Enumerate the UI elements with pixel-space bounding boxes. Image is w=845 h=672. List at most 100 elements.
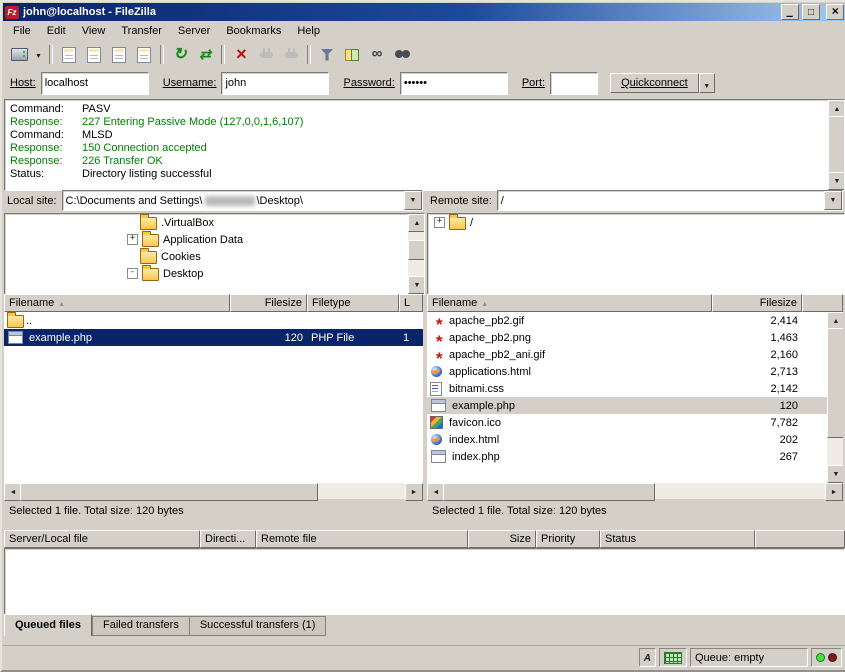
collapse-icon[interactable]: - — [127, 268, 138, 279]
sync-browsing-button[interactable] — [365, 43, 389, 66]
close-button[interactable] — [826, 4, 844, 20]
site-manager-button[interactable] — [7, 43, 31, 66]
tree-item[interactable]: Cookies — [5, 248, 424, 265]
column-header-filesize[interactable]: Filesize — [712, 294, 802, 312]
file-row[interactable]: index.html202 — [427, 431, 843, 448]
queue-column-remote-file[interactable]: Remote file — [256, 530, 468, 548]
quickconnect-button[interactable]: Quickconnect — [610, 73, 699, 93]
cancel-icon — [236, 47, 247, 63]
column-header-filename[interactable]: Filename — [427, 294, 712, 312]
tree-item[interactable]: -Desktop — [5, 265, 424, 282]
tree-item[interactable]: +/ — [428, 214, 844, 231]
reconnect-button[interactable] — [279, 43, 303, 66]
column-header-filetype[interactable]: Filetype — [307, 294, 399, 312]
file-row[interactable]: favicon.ico7,782 — [427, 414, 843, 431]
refresh-button[interactable] — [168, 43, 192, 66]
file-row[interactable]: index.php267 — [427, 448, 843, 465]
log-scrollbar[interactable] — [828, 100, 844, 190]
maximize-button[interactable] — [802, 4, 820, 20]
log-line-type: Response: — [10, 142, 82, 155]
minimize-button[interactable] — [781, 4, 799, 20]
column-header-filesize[interactable]: Filesize — [230, 294, 307, 312]
scrollbar-thumb[interactable] — [443, 483, 655, 501]
column-header-filename[interactable]: Filename — [4, 294, 230, 312]
scroll-down-button[interactable] — [827, 465, 843, 483]
tree-item[interactable]: +Application Data — [5, 231, 424, 248]
tab-queued-files[interactable]: Queued files — [4, 614, 92, 636]
file-row-parent-dir[interactable]: .. — [4, 312, 423, 329]
expand-icon[interactable]: + — [434, 217, 445, 228]
transfer-queue-list[interactable] — [4, 548, 845, 615]
file-row-selected[interactable]: example.php 120 PHP File 1 — [4, 329, 423, 346]
queue-column-direction[interactable]: Directi... — [200, 530, 256, 548]
scroll-up-button[interactable] — [408, 214, 425, 232]
port-input[interactable] — [550, 72, 598, 95]
disconnect-button[interactable] — [254, 43, 278, 66]
reconnect-icon — [285, 52, 298, 58]
scrollbar-thumb[interactable] — [827, 328, 843, 438]
titlebar[interactable]: john@localhost - FileZilla — [3, 3, 845, 21]
local-tree-icon — [87, 47, 101, 63]
menu-file[interactable]: File — [5, 22, 39, 40]
site-manager-dropdown[interactable] — [32, 43, 45, 66]
username-input[interactable] — [221, 72, 329, 95]
tab-failed-transfers[interactable]: Failed transfers — [92, 616, 189, 636]
menu-help[interactable]: Help — [289, 22, 328, 40]
scroll-right-button[interactable] — [405, 483, 423, 501]
filter-button[interactable] — [315, 43, 339, 66]
tree-item[interactable]: .VirtualBox — [5, 214, 424, 231]
scrollbar-thumb[interactable] — [828, 116, 845, 174]
file-row[interactable]: applications.html2,713 — [427, 363, 843, 380]
toggle-message-log-button[interactable] — [57, 43, 81, 66]
log-line-type: Response: — [10, 116, 82, 129]
scrollbar-thumb[interactable] — [20, 483, 318, 501]
remote-list-scrollbar[interactable] — [827, 312, 843, 483]
local-tree: .VirtualBox +Application Data Cookies -D… — [4, 213, 425, 295]
cancel-button[interactable] — [229, 43, 253, 66]
queue-column-server-local-file[interactable]: Server/Local file — [4, 530, 200, 548]
find-button[interactable] — [390, 43, 414, 66]
host-input[interactable] — [41, 72, 149, 95]
local-tree-scrollbar[interactable] — [408, 214, 424, 294]
combo-dropdown-button[interactable] — [824, 191, 842, 210]
local-site-combobox[interactable]: C:\Documents and Settings\\Desktop\ — [62, 190, 423, 211]
expand-icon[interactable]: + — [127, 234, 138, 245]
remote-site-combobox[interactable]: / — [497, 190, 843, 211]
folder-icon — [142, 234, 159, 247]
quickconnect-dropdown[interactable] — [699, 73, 715, 93]
password-input[interactable] — [400, 72, 508, 95]
menu-edit[interactable]: Edit — [39, 22, 74, 40]
image-file-icon — [431, 348, 446, 362]
scroll-right-button[interactable] — [825, 483, 843, 501]
local-horizontal-scrollbar[interactable] — [4, 483, 423, 499]
menu-transfer[interactable]: Transfer — [113, 22, 170, 40]
file-row[interactable]: apache_pb2.gif2,414 — [427, 312, 843, 329]
queue-column-priority[interactable]: Priority — [536, 530, 600, 548]
username-label: Username: — [163, 77, 217, 89]
file-row[interactable]: bitnami.css2,142 — [427, 380, 843, 397]
scrollbar-thumb[interactable] — [408, 240, 425, 260]
remote-horizontal-scrollbar[interactable] — [427, 483, 843, 499]
menu-server[interactable]: Server — [170, 22, 218, 40]
combo-dropdown-button[interactable] — [404, 191, 422, 210]
local-file-list: .. example.php 120 PHP File 1 — [4, 312, 423, 483]
toggle-local-tree-button[interactable] — [82, 43, 106, 66]
file-row[interactable]: apache_pb2.png1,463 — [427, 329, 843, 346]
process-queue-button[interactable] — [193, 43, 217, 66]
tab-successful-transfers[interactable]: Successful transfers (1) — [189, 616, 327, 636]
maximize-icon — [808, 6, 814, 18]
scroll-down-button[interactable] — [828, 172, 845, 190]
file-row-selected[interactable]: example.php120 — [427, 397, 843, 414]
menu-view[interactable]: View — [74, 22, 114, 40]
file-name: .. — [26, 315, 32, 327]
speed-limit-indicator — [659, 648, 687, 667]
compare-button[interactable] — [340, 43, 364, 66]
queue-column-status[interactable]: Status — [600, 530, 755, 548]
menu-bookmarks[interactable]: Bookmarks — [218, 22, 289, 40]
toggle-remote-tree-button[interactable] — [107, 43, 131, 66]
column-header-lastmodified[interactable]: L — [399, 294, 423, 312]
scroll-down-button[interactable] — [408, 276, 425, 294]
file-row[interactable]: apache_pb2_ani.gif2,160 — [427, 346, 843, 363]
queue-column-size[interactable]: Size — [468, 530, 536, 548]
toggle-queue-button[interactable] — [132, 43, 156, 66]
